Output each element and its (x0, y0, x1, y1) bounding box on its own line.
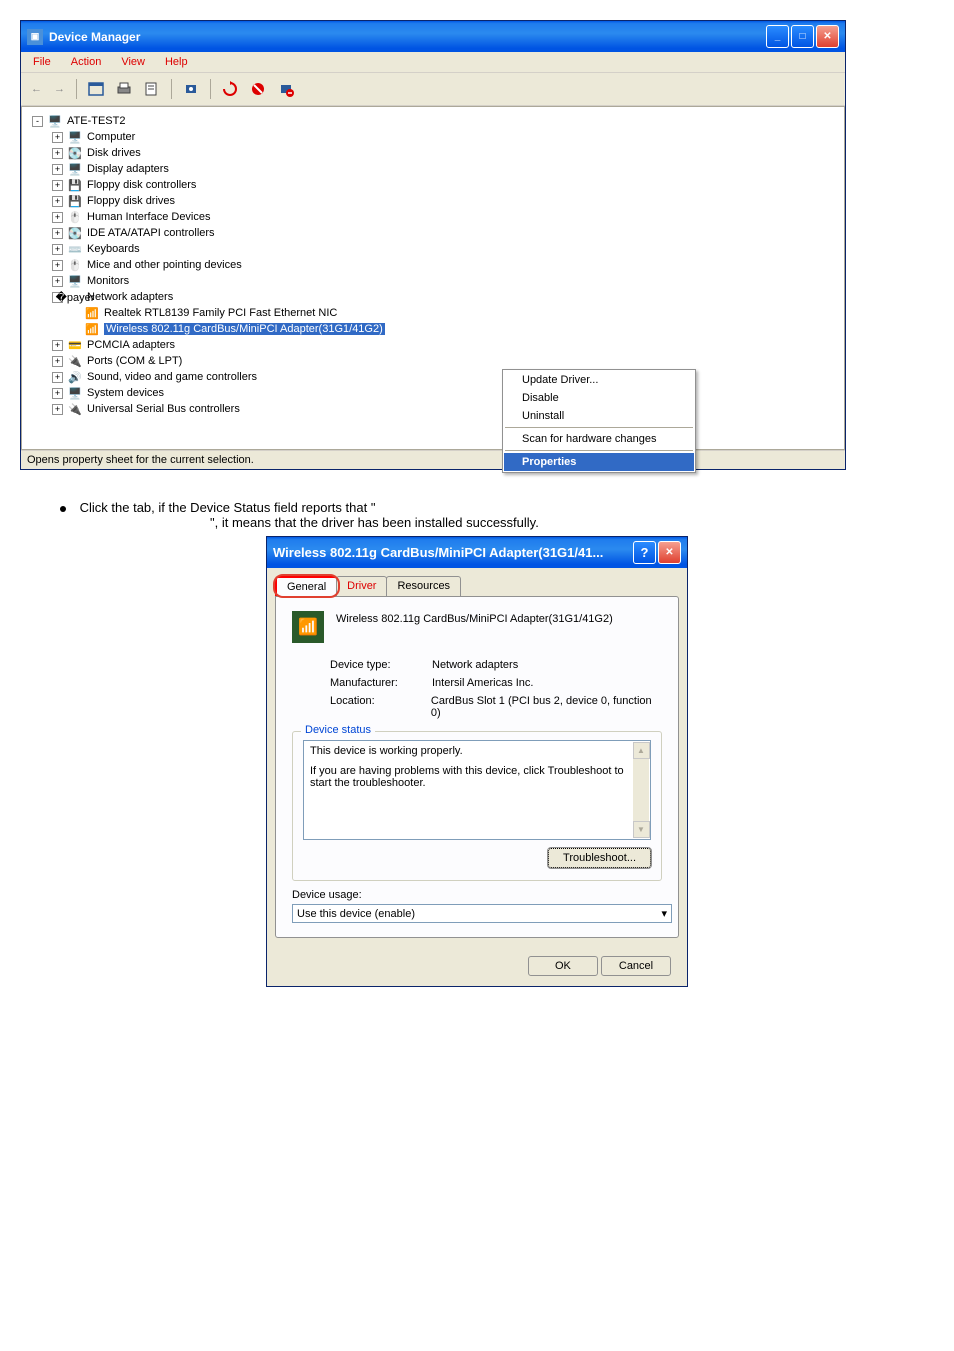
toolbar-print-icon[interactable] (112, 77, 136, 101)
statusbar: Opens property sheet for the current sel… (21, 450, 845, 469)
help-button[interactable]: ? (633, 541, 656, 564)
menubar: File Action View Help (21, 52, 845, 73)
tree-root[interactable]: -🖥️ATE-TEST2 (28, 113, 838, 129)
tree-item[interactable]: +🖥️System devices (28, 385, 838, 401)
context-menu: Update Driver... Disable Uninstall Scan … (502, 369, 696, 473)
toolbar-scan-icon[interactable] (179, 77, 203, 101)
tree-item[interactable]: +🖥️Monitors (28, 273, 838, 289)
properties-dialog: Wireless 802.11g CardBus/MiniPCI Adapter… (266, 536, 688, 987)
cancel-button[interactable]: Cancel (601, 956, 671, 976)
device-status-box[interactable]: This device is working properly. If you … (303, 740, 651, 840)
tree-item-nic[interactable]: 📶Realtek RTL8139 Family PCI Fast Etherne… (28, 305, 838, 321)
tree-item[interactable]: +🖥️Computer (28, 129, 838, 145)
tree-item[interactable]: +💽IDE ATA/ATAPI controllers (28, 225, 838, 241)
scroll-down-icon[interactable]: ▼ (633, 821, 650, 838)
device-name: Wireless 802.11g CardBus/MiniPCI Adapter… (336, 611, 613, 625)
ctx-properties[interactable]: Properties (504, 453, 694, 471)
bullet-icon (60, 506, 66, 512)
device-status-legend: Device status (301, 724, 375, 736)
app-icon: ▣ (27, 29, 43, 45)
forward-button[interactable]: → (50, 83, 69, 95)
nic-icon: 📶 (84, 305, 100, 321)
tree-item[interactable]: +🖱️Mice and other pointing devices (28, 257, 838, 273)
device-type-label: Device type: (330, 659, 432, 671)
tree-item-network[interactable]: -�payerNetwork adapters (28, 289, 838, 305)
device-status-fieldset: Device status This device is working pro… (292, 731, 662, 881)
toolbar-update-icon[interactable] (218, 77, 242, 101)
device-usage-label: Device usage: (292, 889, 662, 901)
tree-item[interactable]: +🔌Ports (COM & LPT) (28, 353, 838, 369)
menu-help[interactable]: Help (157, 54, 196, 70)
location-label: Location: (330, 695, 431, 719)
maximize-button[interactable]: □ (791, 25, 814, 48)
toolbar-disable-icon[interactable] (246, 77, 270, 101)
toolbar: ← → (21, 73, 845, 106)
dialog-close-button[interactable]: ✕ (658, 541, 681, 564)
ctx-update-driver[interactable]: Update Driver... (504, 371, 694, 389)
device-manager-window: ▣ Device Manager _ □ ✕ File Action View … (20, 20, 846, 470)
tab-driver[interactable]: Driver (336, 576, 387, 596)
close-button[interactable]: ✕ (816, 25, 839, 48)
location-value: CardBus Slot 1 (PCI bus 2, device 0, fun… (431, 695, 662, 719)
scroll-up-icon[interactable]: ▲ (633, 742, 650, 759)
troubleshoot-button[interactable]: Troubleshoot... (548, 848, 651, 868)
manufacturer-value: Intersil Americas Inc. (432, 677, 533, 689)
tab-panel-general: 📶 Wireless 802.11g CardBus/MiniPCI Adapt… (275, 596, 679, 938)
toolbar-uninstall-icon[interactable] (274, 77, 298, 101)
guide-text: Click the tab, if the Device Status fiel… (20, 490, 934, 530)
scrollbar[interactable]: ▲ ▼ (633, 742, 649, 838)
tree-item[interactable]: +⌨️Keyboards (28, 241, 838, 257)
ctx-disable[interactable]: Disable (504, 389, 694, 407)
ctx-scan[interactable]: Scan for hardware changes (504, 430, 694, 448)
back-button[interactable]: ← (27, 83, 46, 95)
tree-item[interactable]: +💳PCMCIA adapters (28, 337, 838, 353)
window-title: Device Manager (49, 30, 140, 44)
tree-item[interactable]: +🔊Sound, video and game controllers (28, 369, 838, 385)
tab-resources[interactable]: Resources (386, 576, 461, 596)
device-tree[interactable]: -🖥️ATE-TEST2 +🖥️Computer +💽Disk drives +… (21, 106, 845, 450)
menu-action[interactable]: Action (63, 54, 110, 70)
tree-item[interactable]: +🔌Universal Serial Bus controllers (28, 401, 838, 417)
tree-item[interactable]: +🖱️Human Interface Devices (28, 209, 838, 225)
tree-item[interactable]: +💾Floppy disk controllers (28, 177, 838, 193)
device-icon: 📶 (292, 611, 324, 643)
manufacturer-label: Manufacturer: (330, 677, 432, 689)
tab-general[interactable]: General (275, 576, 337, 596)
tree-item[interactable]: +💾Floppy disk drives (28, 193, 838, 209)
tree-item[interactable]: +🖥️Display adapters (28, 161, 838, 177)
chevron-down-icon: ▾ (661, 907, 667, 920)
titlebar[interactable]: ▣ Device Manager _ □ ✕ (21, 21, 845, 52)
menu-view[interactable]: View (113, 54, 153, 70)
network-icon: �payer (67, 289, 83, 305)
tree-item[interactable]: +💽Disk drives (28, 145, 838, 161)
dialog-titlebar[interactable]: Wireless 802.11g CardBus/MiniPCI Adapter… (267, 537, 687, 568)
minimize-button[interactable]: _ (766, 25, 789, 48)
toolbar-view-icon[interactable] (84, 77, 108, 101)
device-usage-value: Use this device (enable) (297, 908, 415, 920)
toolbar-properties-icon[interactable] (140, 77, 164, 101)
device-type-value: Network adapters (432, 659, 518, 671)
menu-file[interactable]: File (25, 54, 59, 70)
device-usage-dropdown[interactable]: Use this device (enable) ▾ (292, 904, 672, 923)
dialog-title: Wireless 802.11g CardBus/MiniPCI Adapter… (273, 545, 603, 560)
tab-strip: General Driver Resources (267, 568, 687, 596)
nic-icon: 📶 (84, 321, 100, 337)
tree-item-wireless[interactable]: 📶Wireless 802.11g CardBus/MiniPCI Adapte… (28, 321, 838, 337)
status-line2: If you are having problems with this dev… (310, 765, 644, 789)
ok-button[interactable]: OK (528, 956, 598, 976)
status-line1: This device is working properly. (310, 745, 644, 757)
ctx-uninstall[interactable]: Uninstall (504, 407, 694, 425)
